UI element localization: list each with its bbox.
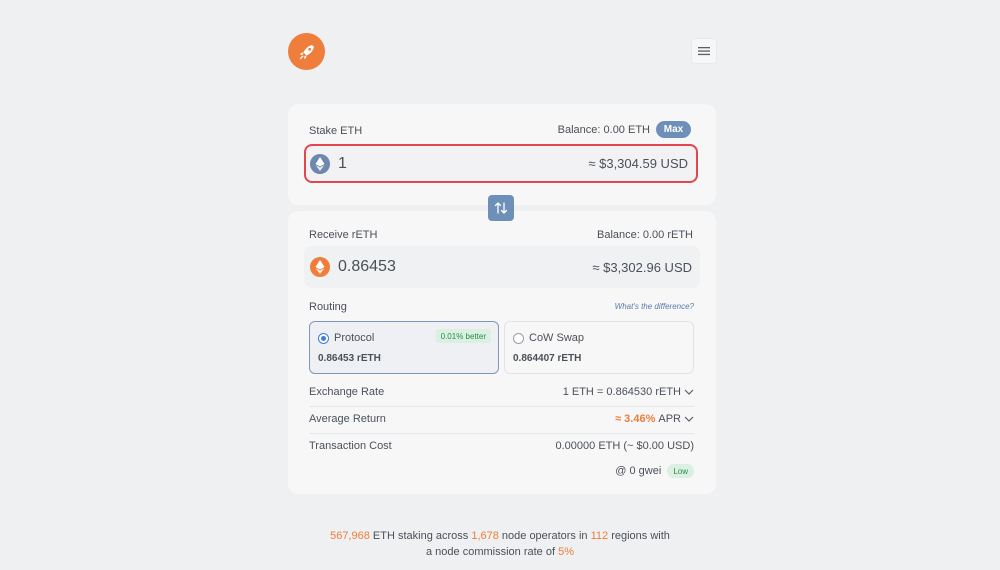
stake-amount-value[interactable]: 1 <box>338 155 588 173</box>
chevron-down-icon[interactable] <box>684 388 694 396</box>
eth-icon <box>310 153 330 174</box>
stake-usd-value: ≈ $3,304.59 USD <box>588 156 688 171</box>
max-button[interactable]: Max <box>656 121 691 138</box>
average-return-label: Average Return <box>309 413 386 425</box>
rocket-icon[interactable] <box>288 33 325 70</box>
route-option-cow-swap[interactable]: CoW Swap 0.864407 rETH <box>504 321 694 374</box>
route-name: Protocol <box>334 332 375 344</box>
radio-cow-swap[interactable] <box>513 333 524 344</box>
average-return-row[interactable]: Average Return ≈ 3.46% APR <box>309 406 694 434</box>
average-return-value: ≈ 3.46% APR <box>615 413 694 425</box>
exchange-rate-row[interactable]: Exchange Rate 1 ETH = 0.864530 rETH <box>309 379 694 407</box>
gas-price-text: @ 0 gwei <box>615 465 662 477</box>
route-option-protocol[interactable]: Protocol 0.01% better 0.86453 rETH <box>309 321 499 374</box>
radio-protocol[interactable] <box>318 333 329 344</box>
transaction-cost-value: 0.00000 ETH (~ $0.00 USD) <box>555 440 695 452</box>
chevron-down-icon[interactable] <box>684 415 694 423</box>
receive-card: Receive rETH Balance: 0.00 rETH 0.86453 … <box>288 211 716 494</box>
stake-card: Stake ETH Balance: 0.00 ETH Max 1 ≈ $3,3… <box>288 104 716 205</box>
swap-arrows-icon[interactable] <box>488 195 514 221</box>
route-value: 0.864407 rETH <box>513 353 582 364</box>
reth-icon <box>310 257 330 277</box>
network-stats: 567,968 ETH staking across 1,678 node op… <box>250 528 750 560</box>
stats-text: regions with <box>608 530 670 542</box>
route-value: 0.86453 rETH <box>318 353 381 364</box>
gas-price: @ 0 gwei Low <box>615 464 694 478</box>
transaction-cost-row: Transaction Cost 0.00000 ETH (~ $0.00 US… <box>309 433 694 460</box>
receive-amount-value: 0.86453 <box>338 258 396 275</box>
hamburger-menu-icon[interactable] <box>691 38 717 64</box>
stake-balance: Balance: 0.00 ETH <box>557 124 650 136</box>
route-name: CoW Swap <box>529 332 585 344</box>
apr-unit: APR <box>658 413 681 425</box>
receive-label: Receive rETH <box>309 229 378 241</box>
staking-page: Stake ETH Balance: 0.00 ETH Max 1 ≈ $3,3… <box>0 0 1000 570</box>
transaction-cost-label: Transaction Cost <box>309 440 392 452</box>
stats-text: node operators in <box>498 530 591 542</box>
commission-rate: 5% <box>558 546 574 558</box>
node-operators-count: 1,678 <box>471 530 499 542</box>
receive-amount-field: 0.86453 ≈ $3,302.96 USD <box>304 246 700 288</box>
gas-level-badge: Low <box>667 464 694 478</box>
receive-balance: Balance: 0.00 rETH <box>597 229 693 241</box>
routing-label: Routing <box>309 301 347 313</box>
exchange-rate-value: 1 ETH = 0.864530 rETH <box>563 386 694 398</box>
stake-label: Stake ETH <box>309 125 363 137</box>
exchange-rate-label: Exchange Rate <box>309 386 385 398</box>
whats-the-difference-link[interactable]: What's the difference? <box>615 302 694 311</box>
apr-value: ≈ 3.46% <box>615 413 656 425</box>
stake-amount-input[interactable]: 1 ≈ $3,304.59 USD <box>304 144 698 183</box>
better-badge: 0.01% better <box>435 329 491 343</box>
exchange-rate-text: 1 ETH = 0.864530 rETH <box>562 386 681 398</box>
regions-count: 112 <box>590 530 609 542</box>
stats-text: a node commission rate of <box>426 546 559 558</box>
receive-usd-value: ≈ $3,302.96 USD <box>592 259 692 275</box>
eth-staked-amount: 567,968 <box>330 530 370 542</box>
stats-text: ETH staking across <box>369 530 472 542</box>
